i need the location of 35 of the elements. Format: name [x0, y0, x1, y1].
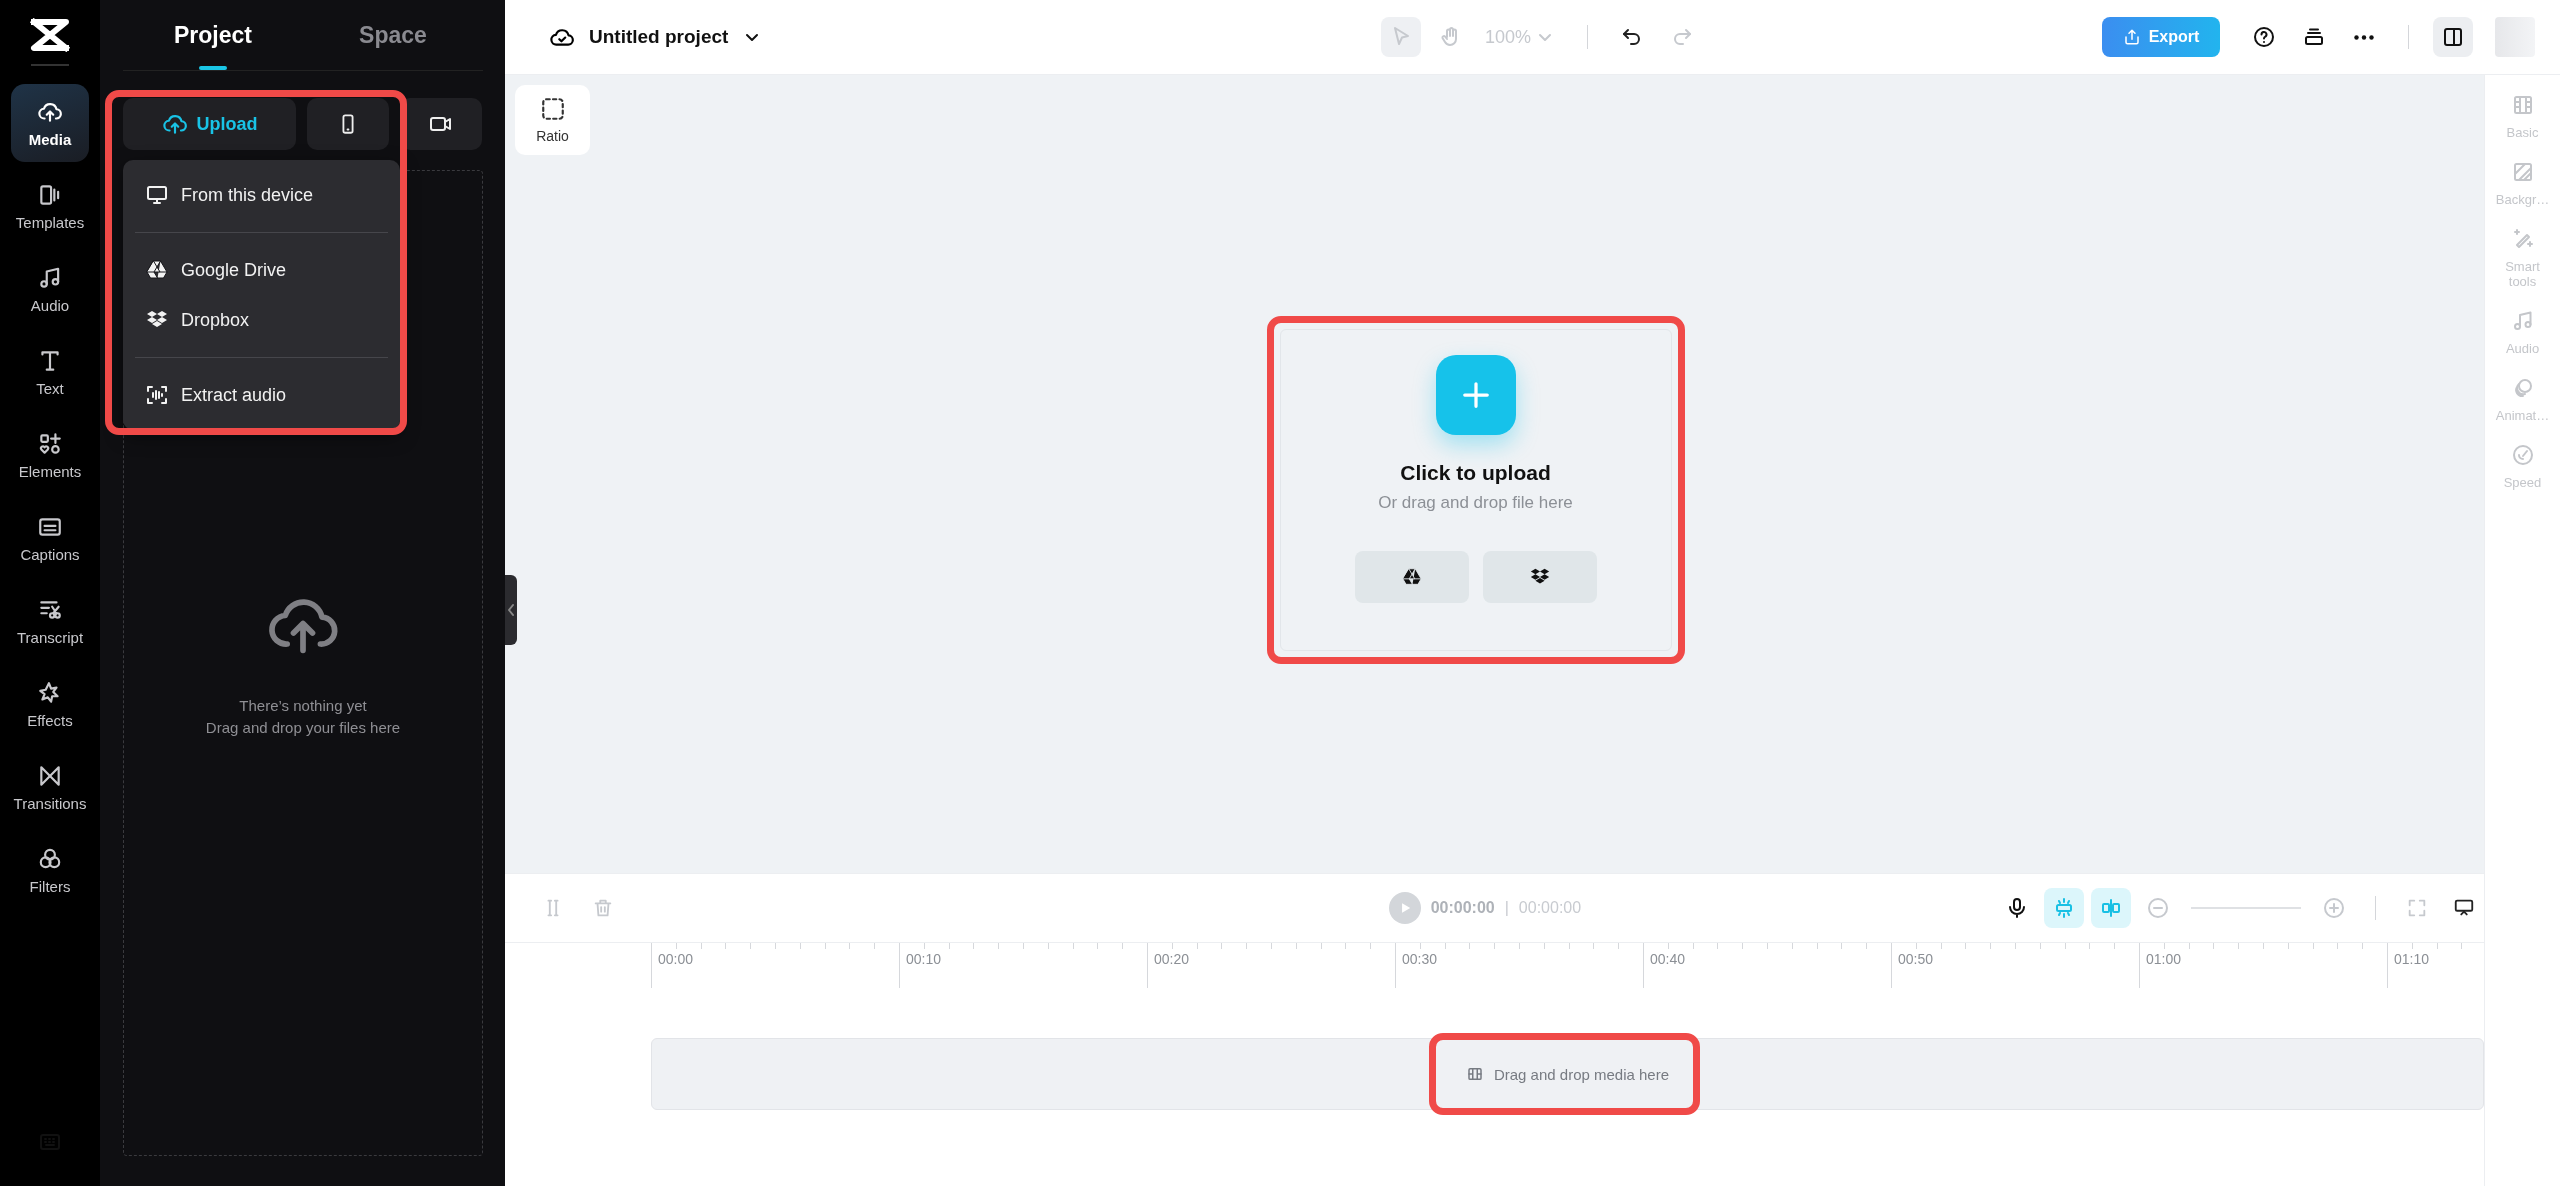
sidebar-item[interactable]: Transitions — [11, 748, 89, 826]
time-label: 00:40 — [1650, 951, 1686, 967]
current-time: 00:00:00 — [1430, 899, 1495, 917]
track-hint: Drag and drop media here — [1493, 1065, 1670, 1083]
upload-hint: Or drag and drop file here — [1378, 493, 1573, 513]
upload-card[interactable]: Click to upload Or drag and drop file here — [1279, 329, 1672, 651]
ratio-button[interactable]: Ratio — [515, 85, 590, 155]
upload-button[interactable]: Upload — [123, 98, 296, 150]
time-label: 00:00 — [658, 951, 694, 967]
menu-item[interactable]: Extract audio — [131, 370, 392, 420]
sidebar-item[interactable]: Elements — [11, 416, 89, 494]
sidebar-item[interactable]: Text — [11, 333, 89, 411]
upload-title: Click to upload — [1400, 461, 1551, 485]
sidebar-item[interactable]: Filters — [11, 831, 89, 909]
menu-item[interactable]: Dropbox — [131, 295, 392, 345]
empty-state-text: There’s nothing yet — [238, 696, 368, 716]
panel-tab[interactable]: Space — [303, 0, 483, 70]
sidebar-item[interactable]: Templates — [11, 167, 89, 245]
project-title[interactable]: Untitled project — [589, 26, 761, 48]
sidebar-item[interactable]: Audio — [11, 250, 89, 328]
time-label: 00:20 — [1154, 951, 1190, 967]
sidebar-item[interactable]: Captions — [11, 499, 89, 577]
time-label: 00:50 — [1898, 951, 1934, 967]
panel-tab[interactable]: Project — [123, 0, 303, 70]
time-label: 01:10 — [2394, 951, 2430, 967]
sidebar-item[interactable]: Media — [11, 84, 89, 162]
sidebar-item[interactable]: Transcript — [11, 582, 89, 660]
time-label: 01:00 — [2146, 951, 2182, 967]
menu-item[interactable]: From this device — [131, 170, 392, 220]
empty-state-text: Drag and drop your files here — [205, 718, 401, 738]
time-label: 00:10 — [906, 951, 942, 967]
time-label: 00:30 — [1402, 951, 1438, 967]
menu-item[interactable]: Google Drive — [131, 245, 392, 295]
sidebar-item[interactable]: Effects — [11, 665, 89, 743]
time-separator: | — [1504, 899, 1509, 917]
